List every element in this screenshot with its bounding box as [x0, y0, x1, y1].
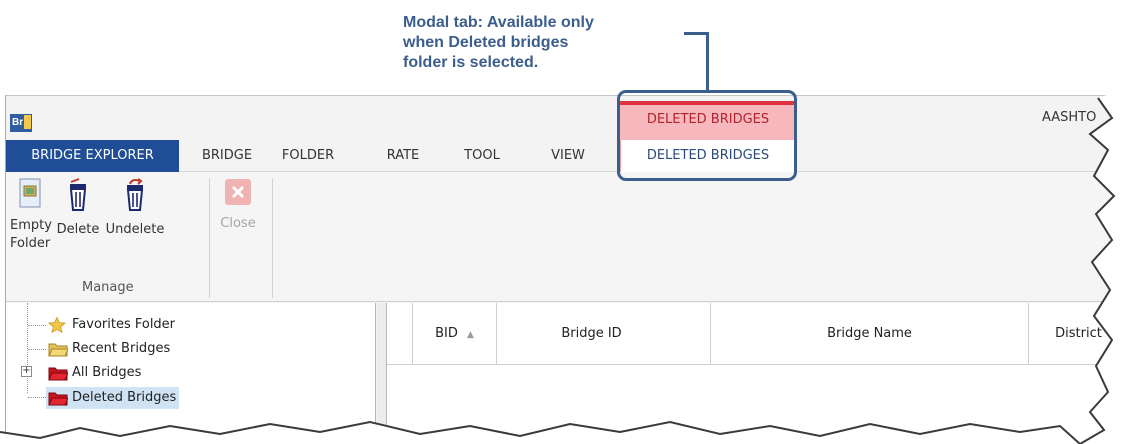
- ribbon-tabs: BRIDGE EXPLORER BRIDGE FOLDER RATE TOOL …: [6, 140, 1121, 172]
- callout-annotation: Modal tab: Available only when Deleted b…: [403, 14, 594, 71]
- delete-bin-icon: [54, 178, 102, 218]
- tree-item-label: Favorites Folder: [72, 317, 176, 332]
- column-header-bridge-name[interactable]: Bridge Name: [711, 303, 1029, 365]
- tree-connector: [28, 325, 46, 326]
- undelete-bin-icon: [100, 178, 170, 218]
- tree-item-favorites[interactable]: Favorites Folder: [46, 314, 175, 336]
- red-folder-icon: [48, 365, 69, 389]
- pane-splitter[interactable]: [377, 303, 387, 444]
- title-bar: Br AASHTO: [6, 96, 1121, 140]
- column-header-bridge-id[interactable]: Bridge ID: [473, 303, 711, 365]
- app-title: AASHTO: [1042, 110, 1097, 125]
- ribbon-separator: [209, 178, 210, 298]
- callout-highlight-box: [617, 90, 797, 181]
- empty-folder-icon: [10, 178, 50, 214]
- delete-label: Delete: [56, 222, 100, 237]
- app-logo: Br: [10, 114, 32, 132]
- tree-item-recent-bridges[interactable]: Recent Bridges: [46, 338, 170, 360]
- column-header-district[interactable]: District: [1029, 303, 1121, 365]
- tree-connector: [28, 349, 46, 350]
- tree-connector: [28, 397, 46, 398]
- ribbon: Empty Folder Delete Undelete Close Manag…: [6, 172, 1121, 302]
- tree-item-all-bridges[interactable]: All Bridges: [46, 362, 141, 384]
- tab-bridge[interactable]: BRIDGE: [192, 140, 262, 172]
- tab-folder[interactable]: FOLDER: [268, 140, 348, 172]
- tab-rate[interactable]: RATE: [378, 140, 428, 172]
- close-button[interactable]: Close: [218, 178, 258, 233]
- expand-toggle[interactable]: +: [21, 366, 32, 377]
- bridge-grid: BID ▲ Bridge ID Bridge Name District: [387, 303, 1121, 444]
- tree-item-deleted-bridges[interactable]: Deleted Bridges: [46, 387, 180, 409]
- tree-item-label: Deleted Bridges: [72, 390, 177, 405]
- empty-folder-button[interactable]: Empty Folder: [10, 178, 52, 253]
- tree-connector: [27, 303, 28, 393]
- tab-view[interactable]: VIEW: [543, 140, 593, 172]
- grid-header: BID ▲ Bridge ID Bridge Name District: [387, 303, 1121, 365]
- tree-item-label: Recent Bridges: [72, 341, 171, 356]
- grid-body: [387, 365, 1121, 444]
- tree-item-label: All Bridges: [72, 365, 142, 380]
- ribbon-separator: [272, 178, 273, 298]
- red-folder-icon: [48, 390, 69, 414]
- close-label: Close: [220, 216, 256, 231]
- group-label-manage: Manage: [82, 280, 134, 295]
- delete-button[interactable]: Delete: [54, 178, 102, 239]
- callout-line: [706, 32, 709, 90]
- undelete-label: Undelete: [105, 222, 165, 237]
- empty-folder-label: Empty Folder: [10, 218, 52, 251]
- undelete-button[interactable]: Undelete: [100, 178, 170, 239]
- close-icon: [218, 178, 258, 212]
- app-window: Br AASHTO DELETED BRIDGES BRIDGE EXPLORE…: [5, 95, 1121, 444]
- tab-bridge-explorer[interactable]: BRIDGE EXPLORER: [6, 140, 179, 172]
- tab-tool[interactable]: TOOL: [457, 140, 507, 172]
